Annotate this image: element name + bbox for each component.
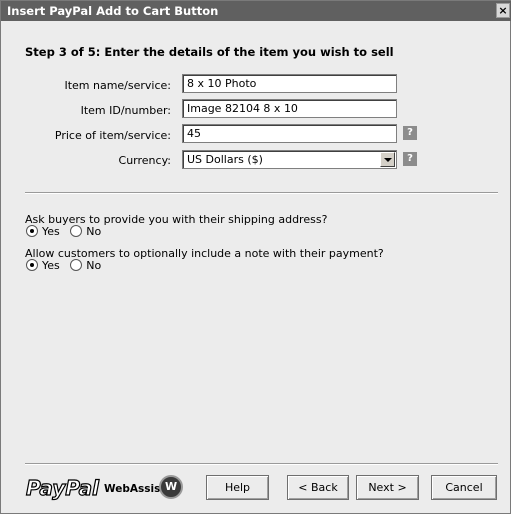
shipping-yes-label: Yes xyxy=(42,225,60,238)
item-id-input[interactable]: Image 82104 8 x 10 xyxy=(182,99,397,118)
title-bar: Insert PayPal Add to Cart Button × xyxy=(1,1,511,21)
price-input[interactable]: 45 xyxy=(182,124,397,143)
item-id-label: Item ID/number: xyxy=(80,104,171,117)
item-name-label: Item name/service: xyxy=(64,79,171,92)
note-no-radio[interactable] xyxy=(70,259,83,271)
price-help-icon[interactable]: ? xyxy=(403,126,417,140)
back-button[interactable]: < Back xyxy=(287,475,349,500)
webassist-label: WebAssist xyxy=(104,483,166,495)
shipping-yes-radio[interactable] xyxy=(26,225,38,237)
currency-label: Currency: xyxy=(118,154,171,167)
help-button[interactable]: Help xyxy=(206,475,269,500)
currency-selected-value: US Dollars ($) xyxy=(187,153,263,166)
webassist-logo-icon xyxy=(159,475,183,499)
footer-divider xyxy=(25,463,498,465)
window-title: Insert PayPal Add to Cart Button xyxy=(7,4,219,18)
section-divider xyxy=(25,192,498,194)
chevron-down-icon[interactable] xyxy=(380,152,395,167)
shipping-no-radio[interactable] xyxy=(70,225,83,237)
next-button[interactable]: Next > xyxy=(356,475,419,500)
cancel-button[interactable]: Cancel xyxy=(431,475,497,500)
dialog-window: Insert PayPal Add to Cart Button × Step … xyxy=(0,0,511,514)
currency-help-icon[interactable]: ? xyxy=(403,152,417,166)
shipping-radio-group: Yes No xyxy=(26,225,108,239)
shipping-no-label: No xyxy=(86,225,102,238)
note-radio-group: Yes No xyxy=(26,259,108,273)
step-title: Step 3 of 5: Enter the details of the it… xyxy=(25,45,394,59)
note-yes-label: Yes xyxy=(42,259,60,272)
paypal-logo: PayPal xyxy=(25,476,100,500)
price-label: Price of item/service: xyxy=(54,129,171,142)
currency-select[interactable]: US Dollars ($) xyxy=(182,150,397,169)
item-name-input[interactable]: 8 x 10 Photo xyxy=(182,74,397,93)
note-yes-radio[interactable] xyxy=(26,259,38,271)
close-icon[interactable]: × xyxy=(496,3,510,18)
note-no-label: No xyxy=(86,259,102,272)
